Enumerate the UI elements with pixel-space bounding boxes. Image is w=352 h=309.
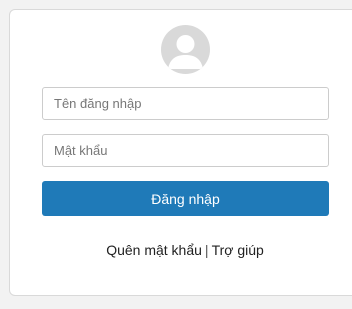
forgot-password-link[interactable]: Quên mật khẩu bbox=[106, 242, 202, 258]
user-avatar-icon bbox=[161, 25, 210, 74]
username-input[interactable] bbox=[42, 87, 329, 120]
footer-links: Quên mật khẩu | Trợ giúp bbox=[10, 242, 352, 258]
link-separator: | bbox=[204, 242, 209, 258]
password-input[interactable] bbox=[42, 134, 329, 167]
help-link[interactable]: Trợ giúp bbox=[212, 242, 264, 258]
login-card: Đăng nhập Quên mật khẩu|Trợ giúp bbox=[9, 9, 352, 296]
login-button[interactable]: Đăng nhập bbox=[42, 181, 329, 216]
